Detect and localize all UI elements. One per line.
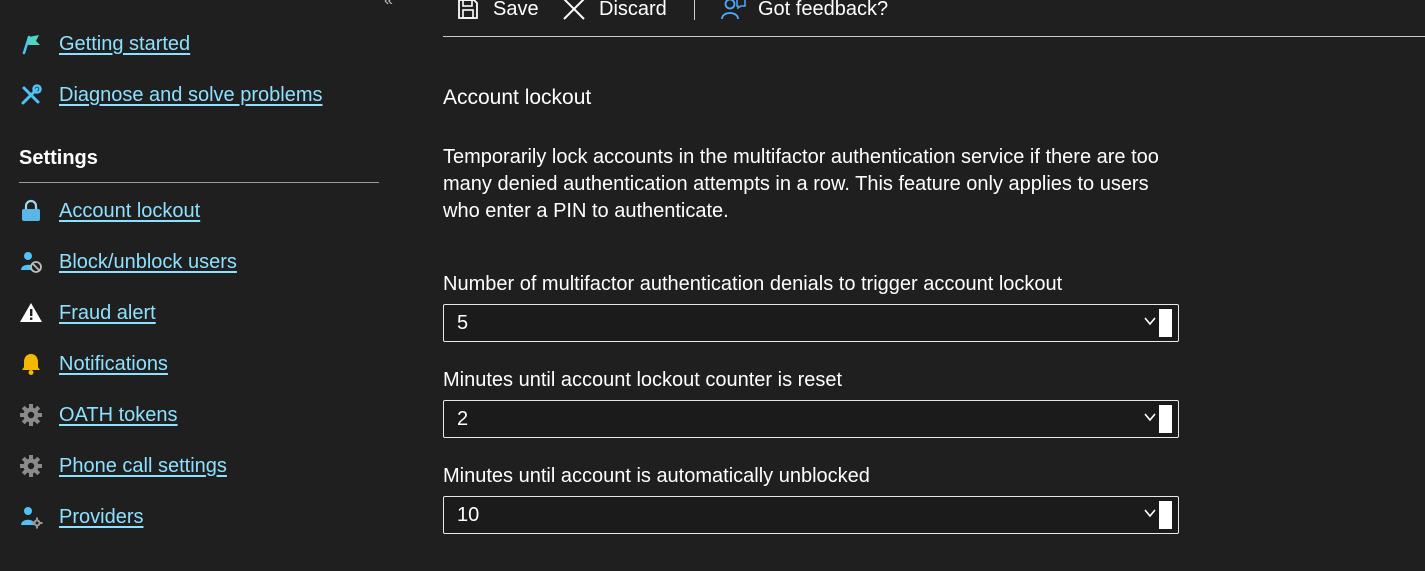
sidebar-item-block-unblock-users[interactable]: Block/unblock users <box>19 247 237 277</box>
page-title: Account lockout <box>443 86 592 109</box>
sidebar-item-account-lockout[interactable]: Account lockout <box>19 196 200 226</box>
bell-icon <box>19 352 43 376</box>
sidebar-item-fraud-alert[interactable]: Fraud alert <box>19 298 156 328</box>
close-icon <box>561 0 587 22</box>
toolbar-separator <box>694 0 695 20</box>
select-value: 5 <box>457 312 469 334</box>
wrench-icon <box>19 83 43 107</box>
save-button[interactable]: Save <box>455 0 539 24</box>
chevron-down-icon <box>1144 314 1156 326</box>
save-label: Save <box>493 0 539 20</box>
chevron-down-icon <box>1144 506 1156 518</box>
sidebar-item-oath-tokens[interactable]: OATH tokens <box>19 400 178 430</box>
sidebar-item-getting-started[interactable]: Getting started <box>19 29 190 59</box>
warning-icon <box>19 301 43 325</box>
feedback-button[interactable]: Got feedback? <box>720 0 888 24</box>
lockout-denials-select[interactable]: 5 <box>443 304 1179 342</box>
auto-unblock-select[interactable]: 10 <box>443 496 1179 534</box>
discard-label: Discard <box>599 0 667 20</box>
feedback-label: Got feedback? <box>758 0 889 20</box>
sidebar-item-label: OATH tokens <box>59 403 178 426</box>
lock-icon <box>19 199 43 223</box>
settings-divider <box>19 182 379 183</box>
gear-icon <box>19 403 43 427</box>
settings-heading: Settings <box>19 147 98 169</box>
select-value: 10 <box>457 504 480 526</box>
discard-button[interactable]: Discard <box>561 0 667 24</box>
toolbar-divider <box>443 36 1425 37</box>
save-icon <box>455 0 481 22</box>
text-cursor <box>1159 405 1172 433</box>
gear-icon <box>19 454 43 478</box>
counter-reset-label: Minutes until account lockout counter is… <box>443 369 843 391</box>
select-value: 2 <box>457 408 469 430</box>
text-cursor <box>1159 501 1172 529</box>
feedback-icon <box>720 0 746 22</box>
sidebar-item-label: Getting started <box>59 32 191 55</box>
chevron-down-icon <box>1144 410 1156 422</box>
sidebar-item-label: Block/unblock users <box>59 250 237 273</box>
user-block-icon <box>19 250 43 274</box>
collapse-sidebar-button[interactable]: « <box>384 0 393 10</box>
page-description: Temporarily lock accounts in the multifa… <box>443 146 1159 222</box>
sidebar-item-providers[interactable]: Providers <box>19 502 143 532</box>
lockout-denials-label: Number of multifactor authentication den… <box>443 273 1063 295</box>
text-cursor <box>1159 309 1172 337</box>
sidebar-item-label: Providers <box>59 505 144 528</box>
sidebar-item-label: Notifications <box>59 352 168 375</box>
sidebar: « Getting started Diagnose and solve pro… <box>0 0 400 571</box>
sidebar-item-label: Account lockout <box>59 199 201 222</box>
auto-unblock-label: Minutes until account is automatically u… <box>443 465 870 487</box>
sidebar-item-phone-call-settings[interactable]: Phone call settings <box>19 451 227 481</box>
sidebar-item-label: Phone call settings <box>59 454 227 477</box>
sidebar-item-notifications[interactable]: Notifications <box>19 349 168 379</box>
flag-icon <box>19 32 43 56</box>
sidebar-item-label: Fraud alert <box>59 301 156 324</box>
sidebar-item-label: Diagnose and solve problems <box>59 83 323 106</box>
counter-reset-select[interactable]: 2 <box>443 400 1179 438</box>
sidebar-item-diagnose[interactable]: Diagnose and solve problems <box>19 80 323 110</box>
user-settings-icon <box>19 505 43 529</box>
